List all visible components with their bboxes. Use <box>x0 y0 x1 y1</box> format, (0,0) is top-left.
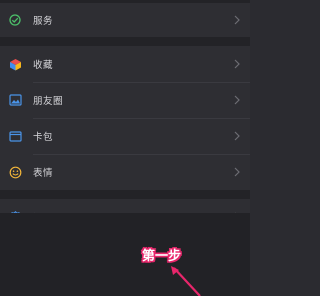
menu-item-service[interactable]: 服务 <box>0 3 250 37</box>
menu-item-favorites[interactable]: 收藏 <box>0 46 250 82</box>
menu-group-main: 收藏 朋友圈 卡包 表情 <box>0 46 250 190</box>
moments-icon <box>8 93 22 107</box>
menu-item-label: 服务 <box>33 16 54 27</box>
chevron-right-icon <box>234 131 240 141</box>
section-gap <box>0 190 250 199</box>
card-wallet-icon <box>8 129 22 143</box>
service-icon <box>8 13 22 27</box>
section-gap <box>0 37 250 46</box>
chevron-right-icon <box>234 95 240 105</box>
menu-item-label: 卡包 <box>33 132 54 143</box>
menu-item-label: 表情 <box>33 168 54 179</box>
chevron-right-icon <box>234 167 240 177</box>
chevron-right-icon <box>234 15 240 25</box>
menu-group-service: 服务 <box>0 3 250 37</box>
chevron-right-icon <box>234 59 240 69</box>
menu-item-label: 朋友圈 <box>33 96 64 107</box>
menu-item-label: 收藏 <box>33 60 54 71</box>
menu-item-card-wallet[interactable]: 卡包 <box>0 118 250 154</box>
menu-item-stickers[interactable]: 表情 <box>0 154 250 190</box>
empty-background-area <box>0 213 250 296</box>
favorites-icon <box>8 57 22 71</box>
menu-item-moments[interactable]: 朋友圈 <box>0 82 250 118</box>
step-annotation-label: 第一步 <box>142 249 182 264</box>
stickers-icon <box>8 165 22 179</box>
